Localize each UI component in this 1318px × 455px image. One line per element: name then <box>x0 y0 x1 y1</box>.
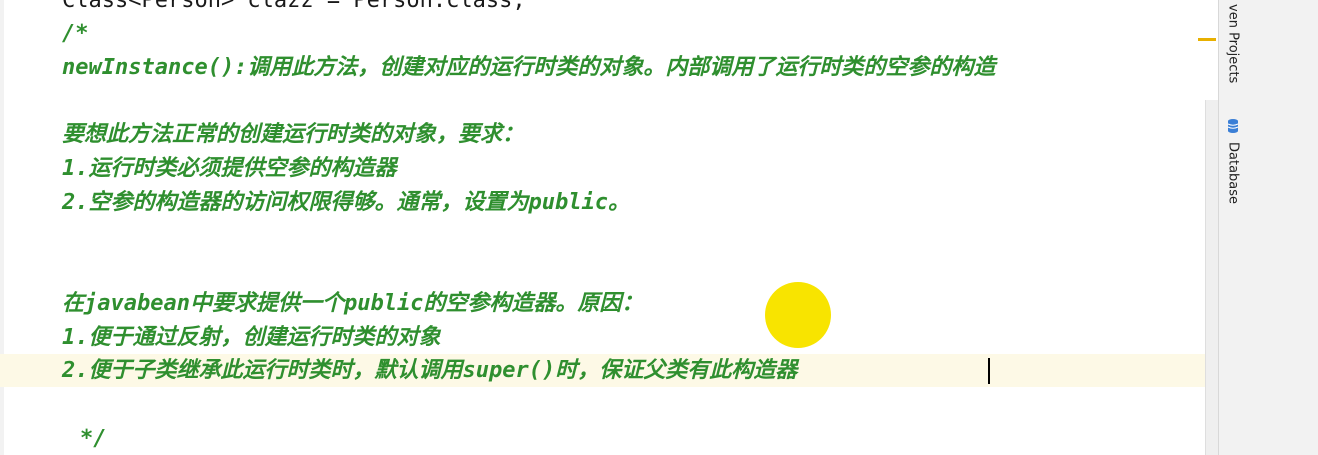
comment-line-req-2: 2.空参的构造器的访问权限得够。通常，设置为public。 <box>62 190 630 215</box>
database-tab[interactable]: Database <box>1218 118 1248 228</box>
comment-start-line: /* <box>62 21 89 46</box>
comment-line-requirements: 要想此方法正常的创建运行时类的对象，要求： <box>62 122 525 147</box>
scroll-warning-marker[interactable] <box>1198 38 1216 41</box>
code-line-1: Class<Person> clazz = Person.class; <box>62 0 526 13</box>
text-caret <box>988 358 990 384</box>
maven-projects-label: ven Projects <box>1225 4 1241 84</box>
mouse-cursor-highlight <box>765 282 831 348</box>
comment-line-javabean: 在javabean中要求提供一个public的空参构造器。原因： <box>62 291 644 316</box>
code-editor[interactable]: Class<Person> clazz = Person.class; /* n… <box>0 0 1218 455</box>
comment-line-reason-1: 1.便于通过反射，创建运行时类的对象 <box>62 325 441 350</box>
comment-line-newinstance: newInstance():调用此方法，创建对应的运行时类的对象。内部调用了运行… <box>62 55 996 80</box>
maven-projects-tab[interactable]: ven Projects <box>1218 0 1248 96</box>
database-icon <box>1227 119 1239 133</box>
vertical-scrollbar[interactable] <box>1205 100 1218 455</box>
comment-line-req-1: 1.运行时类必须提供空参的构造器 <box>62 156 397 181</box>
comment-end-line: */ <box>80 426 107 451</box>
database-label: Database <box>1225 142 1241 205</box>
comment-line-reason-2: 2.便于子类继承此运行时类时，默认调用super()时，保证父类有此构造器 <box>62 358 798 383</box>
